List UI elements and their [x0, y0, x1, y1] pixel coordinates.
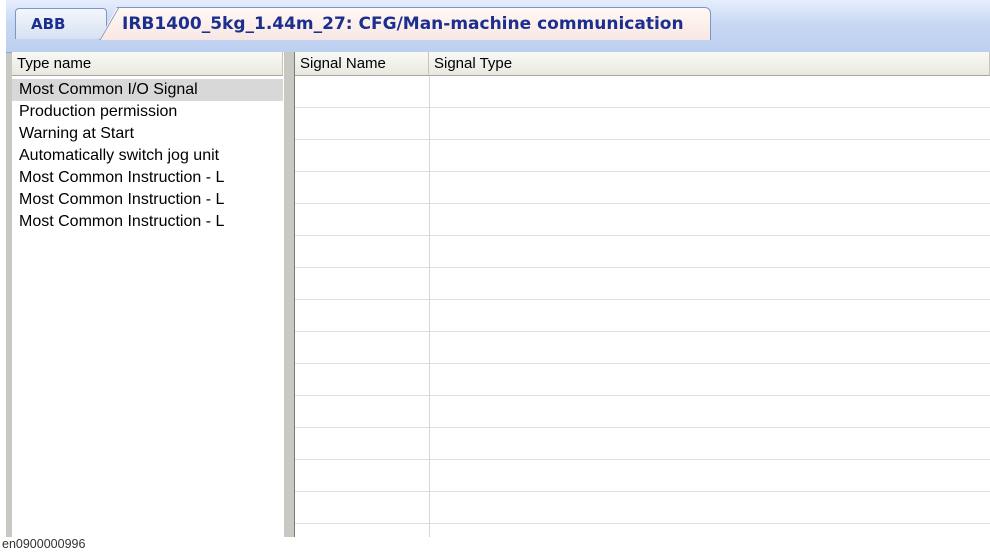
signal-name-cell[interactable] — [295, 108, 430, 139]
type-list: Most Common I/O Signal Production permiss… — [12, 79, 283, 233]
table-row[interactable] — [295, 204, 990, 236]
table-row[interactable] — [295, 236, 990, 268]
figure-caption: en0900000996 — [2, 537, 86, 551]
tab-abb[interactable]: ABB — [15, 8, 107, 39]
type-list-item[interactable]: Automatically switch jog unit — [12, 145, 283, 167]
type-list-item[interactable]: Warning at Start — [12, 123, 283, 145]
type-name-panel: Type name Most Common I/O Signal Producti… — [12, 52, 284, 537]
signal-type-cell[interactable] — [429, 524, 990, 537]
signal-name-cell[interactable] — [295, 236, 430, 267]
signal-type-cell[interactable] — [429, 108, 990, 139]
table-row[interactable] — [295, 268, 990, 300]
signal-type-cell[interactable] — [429, 76, 990, 107]
signal-type-cell[interactable] — [429, 396, 990, 427]
signal-type-cell[interactable] — [429, 204, 990, 235]
configuration-window: ABB IRB1400_5kg_1.44m_27: CFG/Man-machin… — [6, 0, 990, 537]
signal-type-cell[interactable] — [429, 172, 990, 203]
signal-type-cell[interactable] — [429, 236, 990, 267]
panel-splitter[interactable] — [283, 52, 295, 537]
signal-name-cell[interactable] — [295, 204, 430, 235]
signal-type-column-header[interactable]: Signal Type — [429, 52, 990, 76]
signal-type-cell[interactable] — [429, 364, 990, 395]
tab-active-label: IRB1400_5kg_1.44m_27: CFG/Man-machine co… — [122, 14, 684, 34]
type-list-item[interactable]: Most Common Instruction - L — [12, 211, 283, 233]
table-row[interactable] — [295, 140, 990, 172]
type-list-item[interactable]: Most Common Instruction - L — [12, 189, 283, 211]
tab-man-machine-communication[interactable]: IRB1400_5kg_1.44m_27: CFG/Man-machine co… — [99, 7, 711, 40]
signal-type-cell[interactable] — [429, 460, 990, 491]
signal-name-column-header[interactable]: Signal Name — [295, 52, 429, 76]
signal-type-cell[interactable] — [429, 268, 990, 299]
signal-name-cell[interactable] — [295, 172, 430, 203]
table-row[interactable] — [295, 524, 990, 537]
signal-name-cell[interactable] — [295, 332, 430, 363]
tab-abb-label: ABB — [31, 15, 66, 33]
signal-name-cell[interactable] — [295, 268, 430, 299]
table-row[interactable] — [295, 428, 990, 460]
table-row[interactable] — [295, 76, 990, 108]
signal-name-cell[interactable] — [295, 76, 430, 107]
signal-type-cell[interactable] — [429, 300, 990, 331]
type-list-item[interactable]: Most Common I/O Signal — [12, 79, 283, 101]
grid-rows — [295, 76, 990, 537]
table-row[interactable] — [295, 396, 990, 428]
table-row[interactable] — [295, 460, 990, 492]
signal-name-cell[interactable] — [295, 300, 430, 331]
signal-name-cell[interactable] — [295, 428, 430, 459]
signal-name-cell[interactable] — [295, 492, 430, 523]
type-list-item[interactable]: Most Common Instruction - L — [12, 167, 283, 189]
signal-name-cell[interactable] — [295, 524, 430, 537]
signal-type-cell[interactable] — [429, 140, 990, 171]
signal-name-cell[interactable] — [295, 364, 430, 395]
signal-name-cell[interactable] — [295, 140, 430, 171]
table-row[interactable] — [295, 492, 990, 524]
table-row[interactable] — [295, 300, 990, 332]
signal-type-cell[interactable] — [429, 428, 990, 459]
signal-name-cell[interactable] — [295, 460, 430, 491]
signals-grid: Signal Name Signal Type — [295, 52, 990, 537]
signal-type-cell[interactable] — [429, 332, 990, 363]
type-name-header[interactable]: Type name — [12, 52, 283, 76]
table-row[interactable] — [295, 108, 990, 140]
table-row[interactable] — [295, 172, 990, 204]
table-row[interactable] — [295, 364, 990, 396]
tab-bar: ABB IRB1400_5kg_1.44m_27: CFG/Man-machin… — [6, 0, 990, 53]
signal-name-cell[interactable] — [295, 396, 430, 427]
type-list-item[interactable]: Production permission — [12, 101, 283, 123]
table-row[interactable] — [295, 332, 990, 364]
signal-type-cell[interactable] — [429, 492, 990, 523]
